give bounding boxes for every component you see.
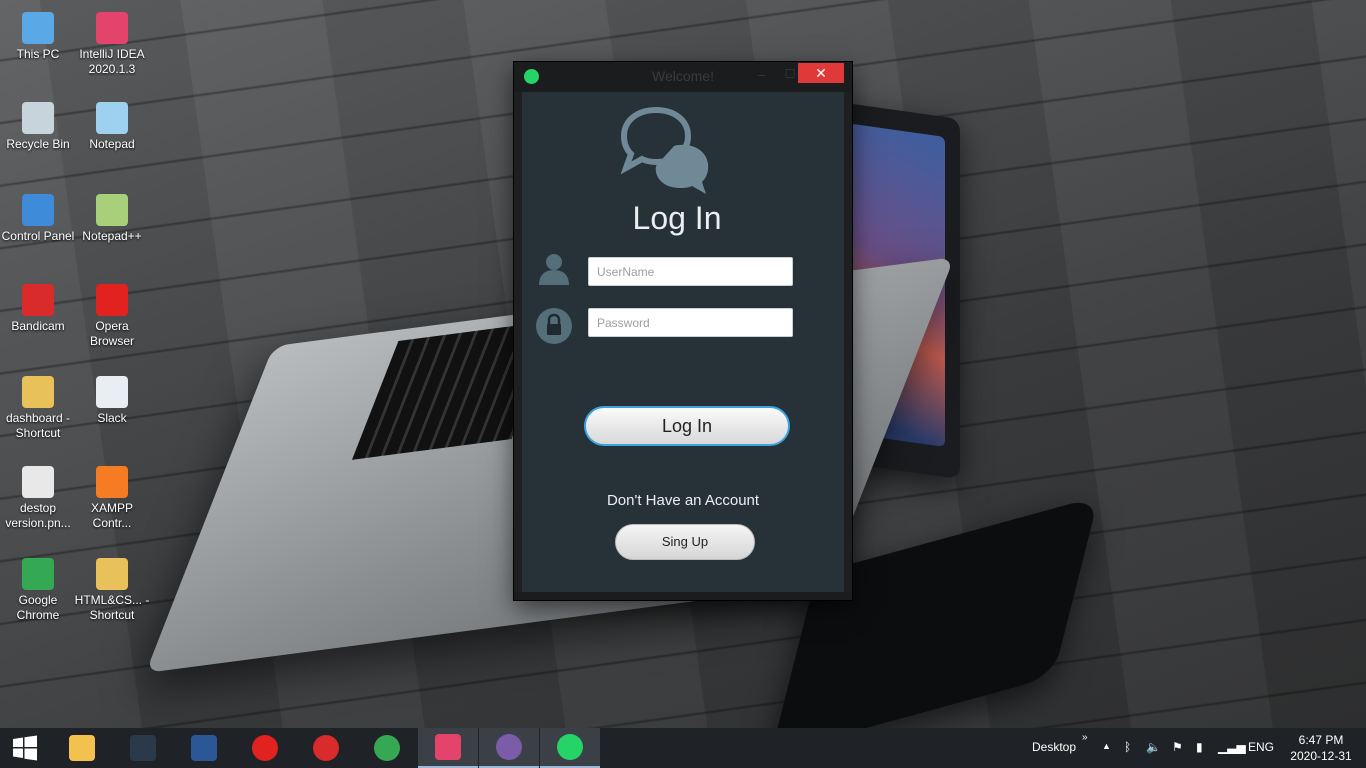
- user-icon: [539, 254, 569, 285]
- desktop-icon[interactable]: Slack: [74, 370, 150, 426]
- opera-icon: [96, 284, 128, 316]
- clock-date: 2020-12-31: [1290, 749, 1352, 763]
- intellij-icon: [96, 12, 128, 44]
- chrome-icon: [374, 735, 400, 761]
- folder-icon: [22, 376, 54, 408]
- desktop-icon[interactable]: Notepad++: [74, 188, 150, 244]
- network-icon[interactable]: ▁▃▅: [1218, 740, 1246, 754]
- tray-expand-icon[interactable]: ▲: [1102, 741, 1111, 751]
- window-bottom-border: [514, 592, 852, 600]
- language-indicator[interactable]: ENG: [1248, 740, 1274, 754]
- start-button[interactable]: [0, 728, 50, 768]
- desktop-icon[interactable]: Notepad: [74, 96, 150, 152]
- flag-icon[interactable]: ⚑: [1172, 740, 1183, 754]
- desktop-icon[interactable]: Control Panel: [0, 188, 76, 244]
- desktop-icon-label: Recycle Bin: [6, 137, 70, 151]
- desktop-icon-label: destop version.pn...: [5, 501, 71, 530]
- desktop-icon[interactable]: Google Chrome: [0, 552, 76, 623]
- toolbar-expand-icon[interactable]: »: [1082, 732, 1088, 743]
- computer-icon: [22, 12, 54, 44]
- desktop-icon-label: Notepad++: [82, 229, 142, 243]
- taskbar-app-opera[interactable]: [235, 728, 295, 768]
- minimize-button[interactable]: –: [752, 67, 772, 85]
- notepadpp-icon: [96, 194, 128, 226]
- desktop-icon-label: dashboard - Shortcut: [5, 411, 71, 440]
- chat-bubbles-icon: [620, 106, 709, 194]
- taskbar: Desktop » ▲ ᛒ 🔈 ⚑ ▮ ▁▃▅ ENG 6:47 PM 2020…: [0, 728, 1366, 768]
- desktop-icon[interactable]: HTML&CS... - Shortcut: [74, 552, 150, 623]
- desktop-icon-label: Opera Browser: [89, 319, 134, 348]
- taskbar-app-file-explorer[interactable]: [52, 728, 112, 768]
- desktop-icon-label: Google Chrome: [16, 593, 60, 622]
- desktop-icon-label: Notepad: [89, 137, 135, 151]
- word-icon: [191, 735, 217, 761]
- image-file-icon: [22, 466, 54, 498]
- desktop-icon[interactable]: Recycle Bin: [0, 96, 76, 152]
- login-heading: Log In: [632, 200, 722, 236]
- battery-icon[interactable]: ▮: [1196, 740, 1203, 754]
- login-button[interactable]: Log In: [584, 406, 790, 446]
- windows-logo-icon: [13, 735, 37, 761]
- mysql-icon: [130, 735, 156, 761]
- username-input[interactable]: [588, 257, 793, 286]
- desktop-icon[interactable]: dashboard - Shortcut: [0, 370, 76, 441]
- control-panel-icon: [22, 194, 54, 226]
- desktop-icon-label: XAMPP Contr...: [90, 501, 133, 530]
- taskbar-app-bandicam[interactable]: [296, 728, 356, 768]
- desktop-icon-label: Bandicam: [11, 319, 65, 333]
- taskbar-app-whatsapp[interactable]: [540, 728, 600, 768]
- desktop-icon[interactable]: This PC: [0, 6, 76, 62]
- desktop-icon[interactable]: XAMPP Contr...: [74, 460, 150, 531]
- ring-icon: [496, 734, 522, 760]
- desktop-toolbar-label[interactable]: Desktop: [1032, 740, 1076, 754]
- desktop-icon[interactable]: IntelliJ IDEA 2020.1.3: [74, 6, 150, 77]
- notepad-icon: [96, 102, 128, 134]
- taskbar-app-mysql[interactable]: [113, 728, 173, 768]
- lock-icon: [536, 308, 572, 344]
- xampp-icon: [96, 466, 128, 498]
- record-icon: [313, 735, 339, 761]
- folder-icon: [69, 735, 95, 761]
- recycle-bin-icon: [22, 102, 54, 134]
- whatsapp-icon: [557, 734, 583, 760]
- folder-icon: [96, 558, 128, 590]
- desktop-icon-label: Slack: [97, 411, 127, 425]
- login-window: Welcome! – ☐ ✕ Log In Log In Don't Have …: [514, 62, 852, 600]
- clock-time: 6:47 PM: [1298, 733, 1344, 747]
- maximize-button[interactable]: ☐: [780, 67, 800, 85]
- desktop-icon[interactable]: destop version.pn...: [0, 460, 76, 531]
- chrome-icon: [22, 558, 54, 590]
- taskbar-app-intellij[interactable]: [418, 728, 478, 768]
- volume-icon[interactable]: 🔈: [1146, 740, 1161, 754]
- window-titlebar[interactable]: Welcome! – ☐ ✕: [514, 62, 852, 92]
- intellij-icon: [435, 734, 461, 760]
- desktop-icon-label: Control Panel: [1, 229, 75, 243]
- close-button[interactable]: ✕: [798, 63, 844, 83]
- desktop-icon[interactable]: Opera Browser: [74, 278, 150, 349]
- bluetooth-icon[interactable]: ᛒ: [1124, 740, 1131, 754]
- taskbar-app-word[interactable]: [174, 728, 234, 768]
- desktop-icon[interactable]: Bandicam: [0, 278, 76, 334]
- opera-icon: [252, 735, 278, 761]
- clock[interactable]: 6:47 PM 2020-12-31: [1286, 732, 1356, 764]
- bandicam-icon: [22, 284, 54, 316]
- taskbar-app-chrome[interactable]: [357, 728, 417, 768]
- desktop-icon-label: This PC: [16, 47, 60, 61]
- password-input[interactable]: [588, 308, 793, 337]
- desktop-icon-label: IntelliJ IDEA 2020.1.3: [79, 47, 145, 76]
- taskbar-app-ring-app[interactable]: [479, 728, 539, 768]
- signup-button[interactable]: Sing Up: [615, 524, 755, 560]
- no-account-label: Don't Have an Account: [606, 492, 760, 509]
- desktop-icon-label: HTML&CS... - Shortcut: [74, 593, 150, 622]
- login-panel: Log In Log In Don't Have an Account Sing…: [522, 92, 844, 592]
- slack-icon: [96, 376, 128, 408]
